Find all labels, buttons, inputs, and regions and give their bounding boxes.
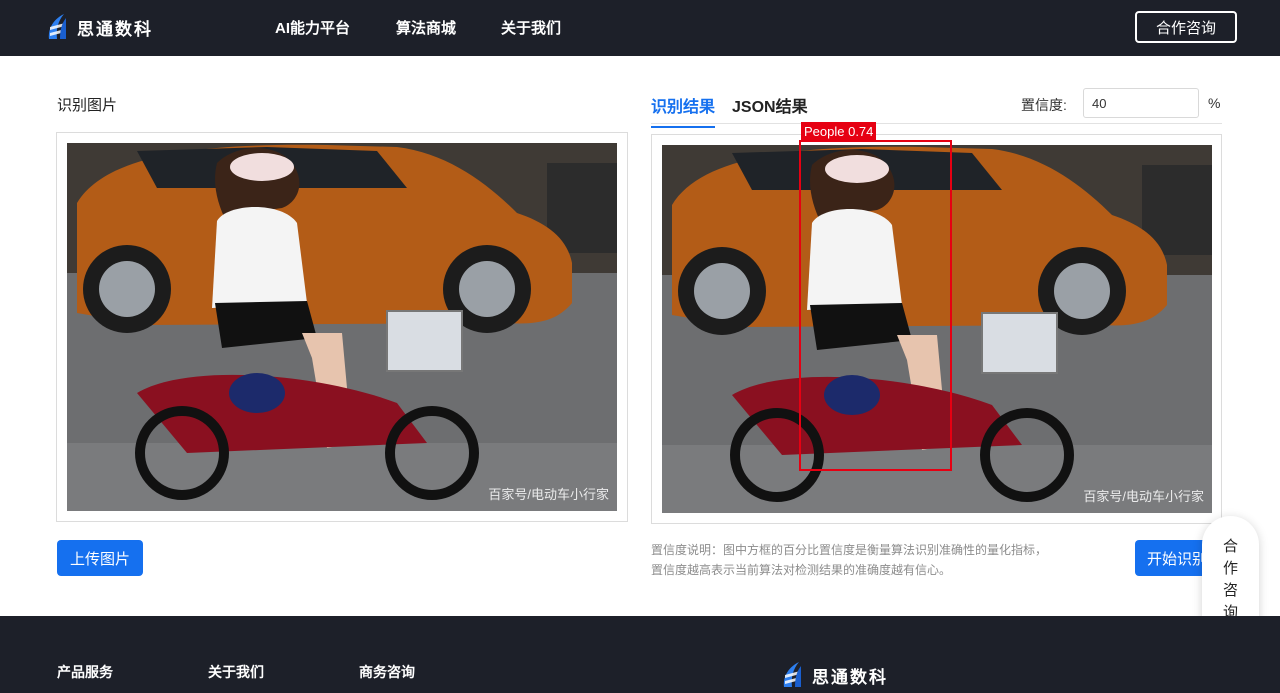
confidence-unit: % <box>1208 95 1221 111</box>
footer-about-us[interactable]: 关于我们 <box>208 662 264 682</box>
brand-logo[interactable]: 思通数科 <box>46 11 153 43</box>
upload-image-button[interactable]: 上传图片 <box>57 540 143 576</box>
source-image-title: 识别图片 <box>57 97 118 114</box>
footer-brand-name: 思通数科 <box>812 667 888 687</box>
floating-consult-text: 合 作 咨 询 <box>1202 536 1259 624</box>
footer-brand-logo: 思通数科 <box>781 660 888 690</box>
logo-mark-icon <box>783 662 801 687</box>
confidence-explanation: 置信度说明：图中方框的百分比置信度是衡量算法识别准确性的量化指标， 置信度越高表… <box>651 540 1091 580</box>
nav-algorithm-store[interactable]: 算法商城 <box>396 17 456 38</box>
float-char: 作 <box>1222 560 1238 577</box>
tab-recognition-result[interactable]: 识别结果 <box>651 93 716 128</box>
nav-about-us[interactable]: 关于我们 <box>501 17 561 38</box>
brand-name: 思通数科 <box>77 19 153 39</box>
footer: 产品服务 关于我们 商务咨询 思通数科 <box>0 616 1280 693</box>
confidence-input[interactable] <box>1083 88 1199 118</box>
detection-bounding-box: People 0.74 <box>799 122 952 471</box>
image-watermark: 百家号/电动车小行家 <box>488 487 609 502</box>
note-line-1: 置信度说明：图中方框的百分比置信度是衡量算法识别准确性的量化指标， <box>651 543 1048 557</box>
float-char: 合 <box>1222 538 1238 555</box>
top-nav-bar: 思通数科 AI能力平台 算法商城 关于我们 合作咨询 <box>0 0 1280 56</box>
result-image-frame: 百家号/电动车小行家 People 0.74 <box>651 122 1222 524</box>
nav-ai-platform[interactable]: AI能力平台 <box>275 17 350 38</box>
source-image-frame: 百家号/电动车小行家 <box>56 132 628 522</box>
photo-scene-illustration <box>67 143 617 511</box>
image-watermark: 百家号/电动车小行家 <box>1083 489 1204 504</box>
consult-button[interactable]: 合作咨询 <box>1135 11 1237 43</box>
footer-products[interactable]: 产品服务 <box>57 662 113 682</box>
confidence-label: 置信度: <box>1021 97 1067 113</box>
tab-json-result[interactable]: JSON结果 <box>732 93 808 126</box>
footer-business[interactable]: 商务咨询 <box>359 662 415 682</box>
note-line-2: 置信度越高表示当前算法对检测结果的准确度越有信心。 <box>651 563 952 577</box>
float-char: 咨 <box>1222 582 1238 599</box>
source-photo: 百家号/电动车小行家 <box>67 143 617 511</box>
logo-mark-icon <box>48 14 66 39</box>
detection-label: People 0.74 <box>801 122 877 141</box>
